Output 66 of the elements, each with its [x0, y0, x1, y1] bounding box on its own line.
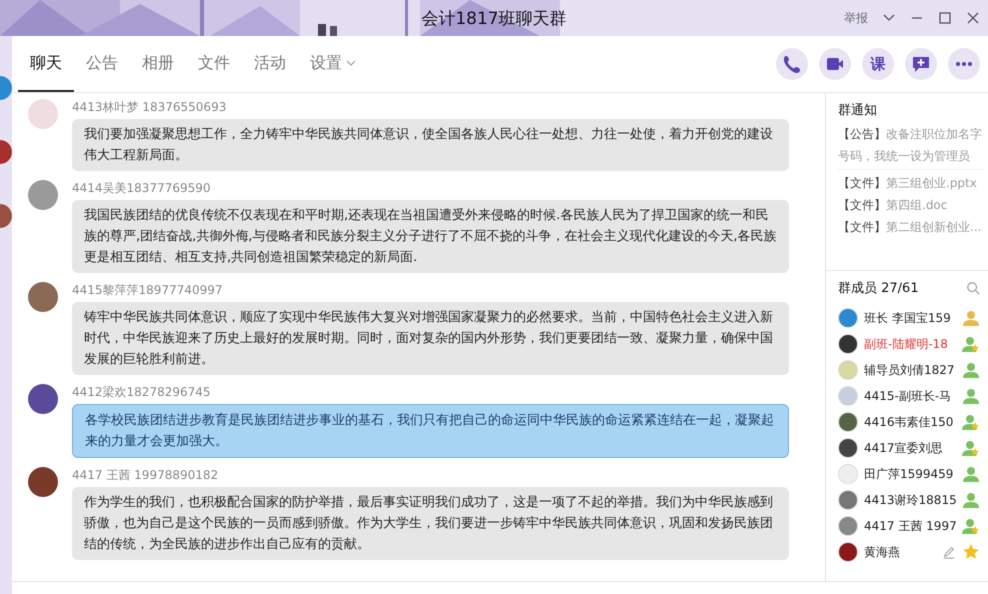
member-name[interactable]: 4417 王茜 1997: [864, 518, 956, 534]
notice-item[interactable]: 【文件】第二组创新创业...: [838, 216, 984, 238]
member-name[interactable]: 4413谢玲18815: [864, 492, 956, 508]
sender-name: 4414吴美18377769590: [72, 180, 211, 197]
notice-item[interactable]: 【公告】改备注职位加名字号码，我统一设为管理员: [838, 123, 984, 170]
sender-name: 4412梁欢18278296745: [72, 384, 211, 401]
tab[interactable]: 聊天: [18, 36, 74, 92]
more-button[interactable]: [948, 48, 980, 80]
tab[interactable]: 公告: [74, 36, 130, 92]
avatar[interactable]: [28, 282, 58, 312]
sender-name: 4417 王茜 19978890182: [72, 467, 218, 484]
tab[interactable]: 活动: [242, 36, 298, 92]
user-star-icon: [962, 335, 980, 353]
video-call-button[interactable]: [819, 48, 851, 80]
sender-name: 4413林叶梦 18376550693: [72, 99, 226, 116]
members-title: 群成员 27/61: [838, 280, 919, 297]
more-icon: [956, 62, 972, 66]
message-bubble: 我们要加强凝聚思想工作，全力铸牢中华民族共同体意识，使全国各族人民心往一处想、力往一处使，着力开创党的建设伟大工程新局面。: [72, 119, 789, 171]
message-bubble: 铸牢中华民族共同体意识，顺应了实现中华民族伟大复兴对增强国家凝聚力的必然要求。当前，中国特色社会主义进入新时代，中华民族迎来了历史上最好的发展时期。同时，面对复杂的国内外形势，我们更要团结一致、凝聚力量，确保中国发展的巨轮胜利前进。: [72, 302, 789, 375]
avatar[interactable]: [28, 467, 58, 497]
message-plus-icon: [911, 54, 931, 74]
user-star-icon: [962, 517, 980, 535]
member-avatar[interactable]: [838, 542, 858, 562]
tab[interactable]: 设置: [298, 36, 368, 92]
user-icon: [962, 361, 980, 379]
star-icon: [962, 543, 980, 561]
tab[interactable]: 文件: [186, 36, 242, 92]
search-icon[interactable]: [966, 281, 980, 295]
notice-title: 群通知: [838, 102, 878, 119]
phone-button[interactable]: [776, 48, 808, 80]
report-button[interactable]: 举报: [844, 10, 868, 26]
chat-avatar-icon[interactable]: [0, 204, 12, 228]
message-bubble: 作为学生的我们，也积极配合国家的防护举措，最后事实证明我们成功了，这是一项了不起的举措。我们为中华民族感到骄傲，也为自己是这个民族的一员而感到骄傲。作为大学生，我们要进一步铸牢中华民族共同体意识，巩固和发扬民族团结的传统，为全民族的进步作出自己应有的贡献。: [72, 487, 789, 560]
maximize-icon[interactable]: [938, 11, 952, 25]
close-icon[interactable]: [966, 11, 980, 25]
user-icon: [962, 465, 980, 483]
message-bubble: 各学校民族团结进步教育是民族团结进步事业的基石，我们只有把自己的命运同中华民族的命运紧紧连结在一起，凝聚起来的力量才会更加强大。: [72, 404, 789, 458]
member-avatar[interactable]: [838, 334, 858, 354]
notice-item[interactable]: 【文件】第四组.doc: [838, 194, 984, 216]
member-name[interactable]: 班长 李国宝159: [864, 310, 956, 326]
member-name[interactable]: 田广萍1599459: [864, 466, 956, 482]
chat-avatar-icon[interactable]: [0, 140, 12, 164]
member-name[interactable]: 4416韦素佳150: [864, 414, 956, 430]
user-icon: [962, 309, 980, 327]
member-name[interactable]: 4415-副班长-马: [864, 388, 956, 404]
phone-icon: [782, 54, 802, 74]
user-icon: [962, 491, 980, 509]
member-avatar[interactable]: [838, 438, 858, 458]
member-name[interactable]: 4417宣委刘思: [864, 440, 956, 456]
tab[interactable]: 相册: [130, 36, 186, 92]
member-name[interactable]: 辅导员刘倩1827: [864, 362, 956, 378]
notice-item[interactable]: 【文件】第三组创业.pptx: [838, 172, 984, 194]
user-icon: [962, 387, 980, 405]
member-avatar[interactable]: [838, 412, 858, 432]
window-title: 会计1817班聊天群: [421, 8, 567, 30]
sender-name: 4415黎萍萍18977740997: [72, 282, 223, 299]
class-button[interactable]: 课: [862, 48, 894, 80]
add-message-button[interactable]: [905, 48, 937, 80]
avatar[interactable]: [28, 384, 58, 414]
user-star-icon: [962, 439, 980, 457]
message-bubble: 我国民族团结的优良传统不仅表现在和平时期,还表现在当祖国遭受外来侵略的时候.各民族人民为了捍卫国家的统一和民族的尊严,团结奋战,共御外侮,与侵略者和民族分裂主义分子进行了不屈不挠的斗争，在社会主义现代化建设的今天,各民族更是相互团结、相互支持,共同创造祖国繁荣稳定的新局面.: [72, 200, 789, 273]
member-name[interactable]: 副班-陆耀明-18: [864, 336, 956, 352]
chat-avatar-icon[interactable]: [0, 76, 12, 100]
edit-icon[interactable]: [942, 545, 956, 559]
user-star-icon: [962, 413, 980, 431]
member-name[interactable]: 黄海燕: [864, 544, 936, 560]
